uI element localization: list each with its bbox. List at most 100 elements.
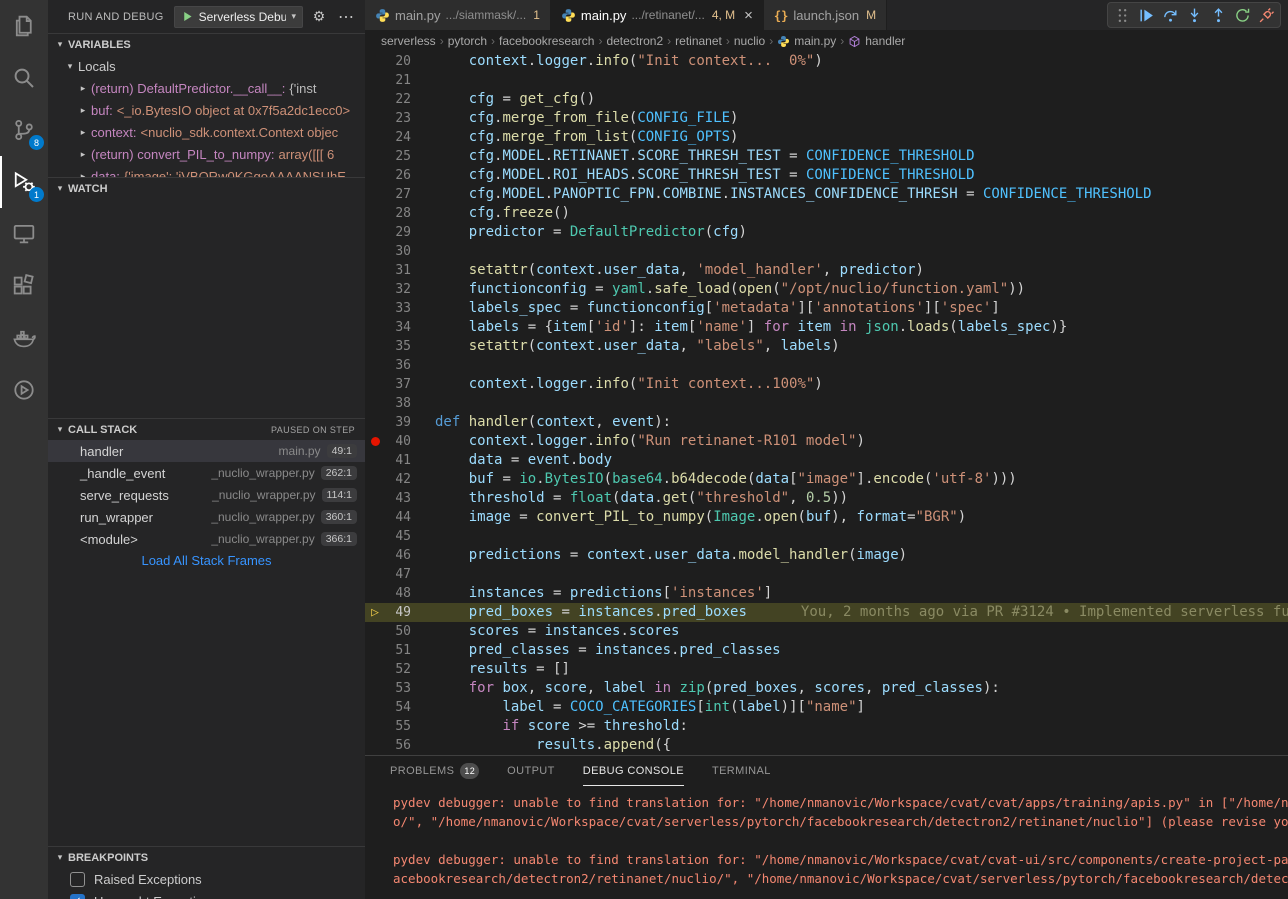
continue-icon[interactable] <box>1135 4 1157 26</box>
code-line-55[interactable]: 55 if score >= threshold: <box>365 717 1288 736</box>
panel-tab-output[interactable]: OUTPUT <box>507 756 555 786</box>
code-line-56[interactable]: 56 results.append({ <box>365 736 1288 755</box>
code-line-40[interactable]: 40 context.logger.info("Run retinanet-R1… <box>365 432 1288 451</box>
variable-row[interactable]: ▸(return) convert_PIL_to_numpy:array([[[… <box>48 143 365 165</box>
breadcrumb-item[interactable]: nuclio <box>734 34 765 48</box>
code-line-31[interactable]: 31 setattr(context.user_data, 'model_han… <box>365 261 1288 280</box>
code-line-34[interactable]: 34 labels = {item['id']: item['name'] fo… <box>365 318 1288 337</box>
panel-tab-problems[interactable]: PROBLEMS12 <box>390 756 479 786</box>
code-line-25[interactable]: 25 cfg.MODEL.RETINANET.SCORE_THRESH_TEST… <box>365 147 1288 166</box>
step-into-icon[interactable] <box>1183 4 1205 26</box>
code-editor[interactable]: 20 context.logger.info("Init context... … <box>365 52 1288 755</box>
editor-tab[interactable]: main.py.../retinanet/...4, M× <box>551 0 764 30</box>
breakpoint-row[interactable]: ✓Uncaught Exceptions <box>48 890 365 899</box>
checkbox[interactable]: ✓ <box>70 894 85 899</box>
code-line-45[interactable]: 45 <box>365 527 1288 546</box>
code-line-38[interactable]: 38 <box>365 394 1288 413</box>
explorer-icon[interactable] <box>0 0 48 52</box>
docker-icon[interactable] <box>0 312 48 364</box>
stack-frame-row[interactable]: handlermain.py49:1 <box>48 440 365 462</box>
code-line-54[interactable]: 54 label = COCO_CATEGORIES[int(label)]["… <box>365 698 1288 717</box>
code-line-33[interactable]: 33 labels_spec = functionconfig['metadat… <box>365 299 1288 318</box>
code-line-42[interactable]: 42 buf = io.BytesIO(base64.b64decode(dat… <box>365 470 1288 489</box>
debug-config-dropdown[interactable]: Serverless Debu ▾ <box>174 6 303 28</box>
more-actions-icon[interactable]: ⋯ <box>335 7 357 27</box>
variable-row[interactable]: ▸(return) DefaultPredictor.__call__:{'in… <box>48 77 365 99</box>
start-debugging-icon[interactable] <box>181 10 194 23</box>
play-circle-icon[interactable] <box>0 364 48 416</box>
remote-explorer-icon[interactable] <box>0 208 48 260</box>
checkbox[interactable] <box>70 872 85 887</box>
breakpoints-section-header[interactable]: ▾ BREAKPOINTS <box>48 846 365 868</box>
variable-row[interactable]: ▸data:{'image': 'iVBORw0KGgoAAAANSUhE <box>48 165 365 177</box>
drag-handle-icon[interactable] <box>1111 4 1133 26</box>
variables-section-header[interactable]: ▾ VARIABLES <box>48 33 365 55</box>
run-and-debug-icon[interactable]: 1 <box>0 156 48 208</box>
code-line-32[interactable]: 32 functionconfig = yaml.safe_load(open(… <box>365 280 1288 299</box>
gear-icon[interactable]: ⚙ <box>308 8 330 25</box>
editor-group: main.py.../siammask/...1main.py.../retin… <box>365 0 1288 899</box>
variable-row[interactable]: ▸buf:<_io.BytesIO object at 0x7f5a2dc1ec… <box>48 99 365 121</box>
code-line-53[interactable]: 53 for box, score, label in zip(pred_box… <box>365 679 1288 698</box>
breadcrumb-item[interactable]: main.py <box>777 34 836 48</box>
scope-locals[interactable]: ▾ Locals <box>48 55 365 77</box>
search-icon[interactable] <box>0 52 48 104</box>
stack-frame-row[interactable]: <module>_nuclio_wrapper.py366:1 <box>48 528 365 550</box>
code-line-27[interactable]: 27 cfg.MODEL.PANOPTIC_FPN.COMBINE.INSTAN… <box>365 185 1288 204</box>
load-all-stack-frames-link[interactable]: Load All Stack Frames <box>48 550 365 572</box>
activity-bar: 81 <box>0 0 48 899</box>
code-line-52[interactable]: 52 results = [] <box>365 660 1288 679</box>
panel-tab-debug-console[interactable]: DEBUG CONSOLE <box>583 756 684 786</box>
code-line-49[interactable]: ▷49 pred_boxes = instances.pred_boxesYou… <box>365 603 1288 622</box>
breadcrumb-item[interactable]: handler <box>848 34 905 48</box>
breakpoint-row[interactable]: Raised Exceptions <box>48 868 365 890</box>
watch-section-header[interactable]: ▾ WATCH <box>48 177 365 199</box>
step-over-icon[interactable] <box>1159 4 1181 26</box>
code-line-30[interactable]: 30 <box>365 242 1288 261</box>
code-line-26[interactable]: 26 cfg.MODEL.ROI_HEADS.SCORE_THRESH_TEST… <box>365 166 1288 185</box>
close-icon[interactable]: × <box>744 7 753 24</box>
breadcrumb-item[interactable]: serverless <box>381 34 436 48</box>
code-line-50[interactable]: 50 scores = instances.scores <box>365 622 1288 641</box>
stack-frame-row[interactable]: serve_requests_nuclio_wrapper.py114:1 <box>48 484 365 506</box>
code-line-29[interactable]: 29 predictor = DefaultPredictor(cfg) <box>365 223 1288 242</box>
code-line-20[interactable]: 20 context.logger.info("Init context... … <box>365 52 1288 71</box>
stack-frame-row[interactable]: _handle_event_nuclio_wrapper.py262:1 <box>48 462 365 484</box>
code-line-24[interactable]: 24 cfg.merge_from_list(CONFIG_OPTS) <box>365 128 1288 147</box>
code-line-51[interactable]: 51 pred_classes = instances.pred_classes <box>365 641 1288 660</box>
editor-tab[interactable]: main.py.../siammask/...1 <box>365 0 551 30</box>
variable-row[interactable]: ▸context:<nuclio_sdk.context.Context obj… <box>48 121 365 143</box>
restart-icon[interactable] <box>1231 4 1253 26</box>
code-line-39[interactable]: 39def handler(context, event): <box>365 413 1288 432</box>
code-line-44[interactable]: 44 image = convert_PIL_to_numpy(Image.op… <box>365 508 1288 527</box>
python-file-icon <box>375 8 390 23</box>
code-line-21[interactable]: 21 <box>365 71 1288 90</box>
extensions-icon[interactable] <box>0 260 48 312</box>
breadcrumb-item[interactable]: detectron2 <box>606 34 663 48</box>
code-line-46[interactable]: 46 predictions = context.user_data.model… <box>365 546 1288 565</box>
code-line-23[interactable]: 23 cfg.merge_from_file(CONFIG_FILE) <box>365 109 1288 128</box>
code-line-43[interactable]: 43 threshold = float(data.get("threshold… <box>365 489 1288 508</box>
step-out-icon[interactable] <box>1207 4 1229 26</box>
code-line-41[interactable]: 41 data = event.body <box>365 451 1288 470</box>
breadcrumb-item[interactable]: retinanet <box>675 34 722 48</box>
line-number: 32 <box>379 280 411 299</box>
call-stack-section-header[interactable]: ▾ CALL STACK PAUSED ON STEP <box>48 418 365 440</box>
debug-config-label: Serverless Debu <box>199 10 287 24</box>
disconnect-icon[interactable] <box>1255 4 1277 26</box>
code-line-35[interactable]: 35 setattr(context.user_data, "labels", … <box>365 337 1288 356</box>
line-number: 47 <box>379 565 411 584</box>
code-line-48[interactable]: 48 instances = predictions['instances'] <box>365 584 1288 603</box>
editor-tab[interactable]: {}launch.jsonM <box>764 0 887 30</box>
breadcrumb-item[interactable]: pytorch <box>448 34 487 48</box>
breadcrumb-item[interactable]: facebookresearch <box>499 34 594 48</box>
code-line-37[interactable]: 37 context.logger.info("Init context...1… <box>365 375 1288 394</box>
code-line-28[interactable]: 28 cfg.freeze() <box>365 204 1288 223</box>
code-line-47[interactable]: 47 <box>365 565 1288 584</box>
stack-frame-row[interactable]: run_wrapper_nuclio_wrapper.py360:1 <box>48 506 365 528</box>
source-control-icon[interactable]: 8 <box>0 104 48 156</box>
panel-tab-terminal[interactable]: TERMINAL <box>712 756 771 786</box>
code-line-22[interactable]: 22 cfg = get_cfg() <box>365 90 1288 109</box>
code-line-36[interactable]: 36 <box>365 356 1288 375</box>
console-line: pydev debugger: unable to find translati… <box>393 793 1288 812</box>
